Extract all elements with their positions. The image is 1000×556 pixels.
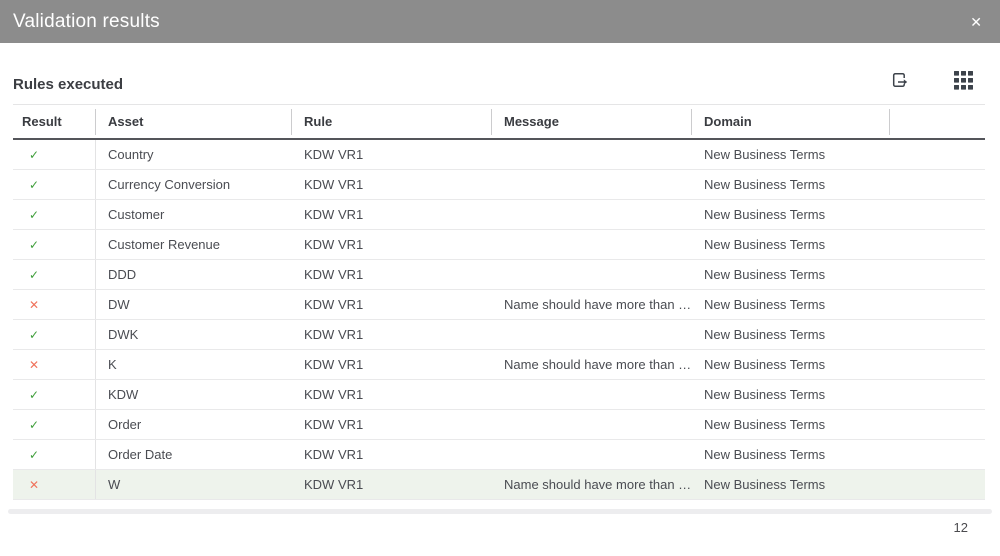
message-cell: Name should have more than …: [492, 477, 692, 492]
table-header: Result Asset Rule Message Domain: [13, 104, 985, 140]
domain-cell: New Business Terms: [692, 237, 890, 252]
column-header-asset[interactable]: Asset: [96, 109, 292, 135]
domain-cell: New Business Terms: [692, 177, 890, 192]
cross-icon: ✕: [29, 479, 39, 491]
domain-cell: New Business Terms: [692, 357, 890, 372]
result-cell: ✓: [13, 170, 96, 199]
domain-cell: New Business Terms: [692, 477, 890, 492]
table-row[interactable]: ✕ W KDW VR1 Name should have more than ……: [13, 470, 985, 500]
domain-cell: New Business Terms: [692, 417, 890, 432]
table-row[interactable]: ✓ Customer Revenue KDW VR1 New Business …: [13, 230, 985, 260]
table-row[interactable]: ✓ Currency Conversion KDW VR1 New Busine…: [13, 170, 985, 200]
asset-cell: Order Date: [96, 447, 292, 462]
column-header-rule[interactable]: Rule: [292, 109, 492, 135]
table-row[interactable]: ✓ KDW KDW VR1 New Business Terms: [13, 380, 985, 410]
table-row[interactable]: ✓ Order Date KDW VR1 New Business Terms: [13, 440, 985, 470]
message-cell: Name should have more than …: [492, 357, 692, 372]
result-cell: ✓: [13, 260, 96, 289]
table-row[interactable]: ✕ K KDW VR1 Name should have more than ……: [13, 350, 985, 380]
asset-cell: DWK: [96, 327, 292, 342]
rule-cell: KDW VR1: [292, 147, 492, 162]
domain-cell: New Business Terms: [692, 297, 890, 312]
export-icon: [889, 69, 911, 91]
cross-icon: ✕: [29, 359, 39, 371]
asset-cell: DDD: [96, 267, 292, 282]
grid-icon: [954, 71, 976, 90]
rule-cell: KDW VR1: [292, 177, 492, 192]
horizontal-scrollbar[interactable]: [8, 509, 992, 514]
asset-cell: K: [96, 357, 292, 372]
check-icon: ✓: [29, 389, 39, 401]
panel-heading: Rules executed: [13, 76, 123, 93]
result-cell: ✓: [13, 230, 96, 259]
column-header-spacer: [890, 109, 985, 135]
export-button[interactable]: [889, 69, 911, 91]
domain-cell: New Business Terms: [692, 387, 890, 402]
dialog-titlebar: Validation results ✕: [0, 0, 1000, 43]
asset-cell: Currency Conversion: [96, 177, 292, 192]
check-icon: ✓: [29, 329, 39, 341]
columns-button[interactable]: [954, 71, 976, 93]
check-icon: ✓: [29, 449, 39, 461]
table-row[interactable]: ✕ DW KDW VR1 Name should have more than …: [13, 290, 985, 320]
asset-cell: KDW: [96, 387, 292, 402]
column-header-result[interactable]: Result: [13, 109, 96, 135]
column-header-domain[interactable]: Domain: [692, 109, 890, 135]
domain-cell: New Business Terms: [692, 267, 890, 282]
rule-cell: KDW VR1: [292, 477, 492, 492]
result-cell: ✓: [13, 380, 96, 409]
table-row[interactable]: ✓ Order KDW VR1 New Business Terms: [13, 410, 985, 440]
check-icon: ✓: [29, 419, 39, 431]
table-row[interactable]: ✓ DWK KDW VR1 New Business Terms: [13, 320, 985, 350]
rule-cell: KDW VR1: [292, 447, 492, 462]
asset-cell: Order: [96, 417, 292, 432]
table-body: ✓ Country KDW VR1 New Business Terms ✓ C…: [13, 140, 985, 500]
cross-icon: ✕: [29, 299, 39, 311]
table-row[interactable]: ✓ Customer KDW VR1 New Business Terms: [13, 200, 985, 230]
row-count: 12: [954, 520, 968, 535]
check-icon: ✓: [29, 239, 39, 251]
rule-cell: KDW VR1: [292, 297, 492, 312]
domain-cell: New Business Terms: [692, 207, 890, 222]
check-icon: ✓: [29, 179, 39, 191]
result-cell: ✕: [13, 290, 96, 319]
rules-table: Result Asset Rule Message Domain ✓ Count…: [13, 104, 985, 500]
dialog-title: Validation results: [13, 11, 160, 33]
result-cell: ✓: [13, 410, 96, 439]
table-row[interactable]: ✓ DDD KDW VR1 New Business Terms: [13, 260, 985, 290]
result-cell: ✓: [13, 320, 96, 349]
message-cell: Name should have more than …: [492, 297, 692, 312]
table-row[interactable]: ✓ Country KDW VR1 New Business Terms: [13, 140, 985, 170]
domain-cell: New Business Terms: [692, 447, 890, 462]
rule-cell: KDW VR1: [292, 327, 492, 342]
check-icon: ✓: [29, 209, 39, 221]
result-cell: ✕: [13, 470, 96, 499]
rule-cell: KDW VR1: [292, 237, 492, 252]
check-icon: ✓: [29, 149, 39, 161]
close-icon[interactable]: ✕: [966, 11, 986, 33]
column-header-message[interactable]: Message: [492, 109, 692, 135]
result-cell: ✓: [13, 140, 96, 169]
domain-cell: New Business Terms: [692, 327, 890, 342]
asset-cell: W: [96, 477, 292, 492]
asset-cell: Customer Revenue: [96, 237, 292, 252]
asset-cell: Country: [96, 147, 292, 162]
result-cell: ✕: [13, 350, 96, 379]
rule-cell: KDW VR1: [292, 387, 492, 402]
rule-cell: KDW VR1: [292, 417, 492, 432]
rule-cell: KDW VR1: [292, 357, 492, 372]
asset-cell: DW: [96, 297, 292, 312]
check-icon: ✓: [29, 269, 39, 281]
rule-cell: KDW VR1: [292, 207, 492, 222]
result-cell: ✓: [13, 200, 96, 229]
rule-cell: KDW VR1: [292, 267, 492, 282]
asset-cell: Customer: [96, 207, 292, 222]
result-cell: ✓: [13, 440, 96, 469]
domain-cell: New Business Terms: [692, 147, 890, 162]
